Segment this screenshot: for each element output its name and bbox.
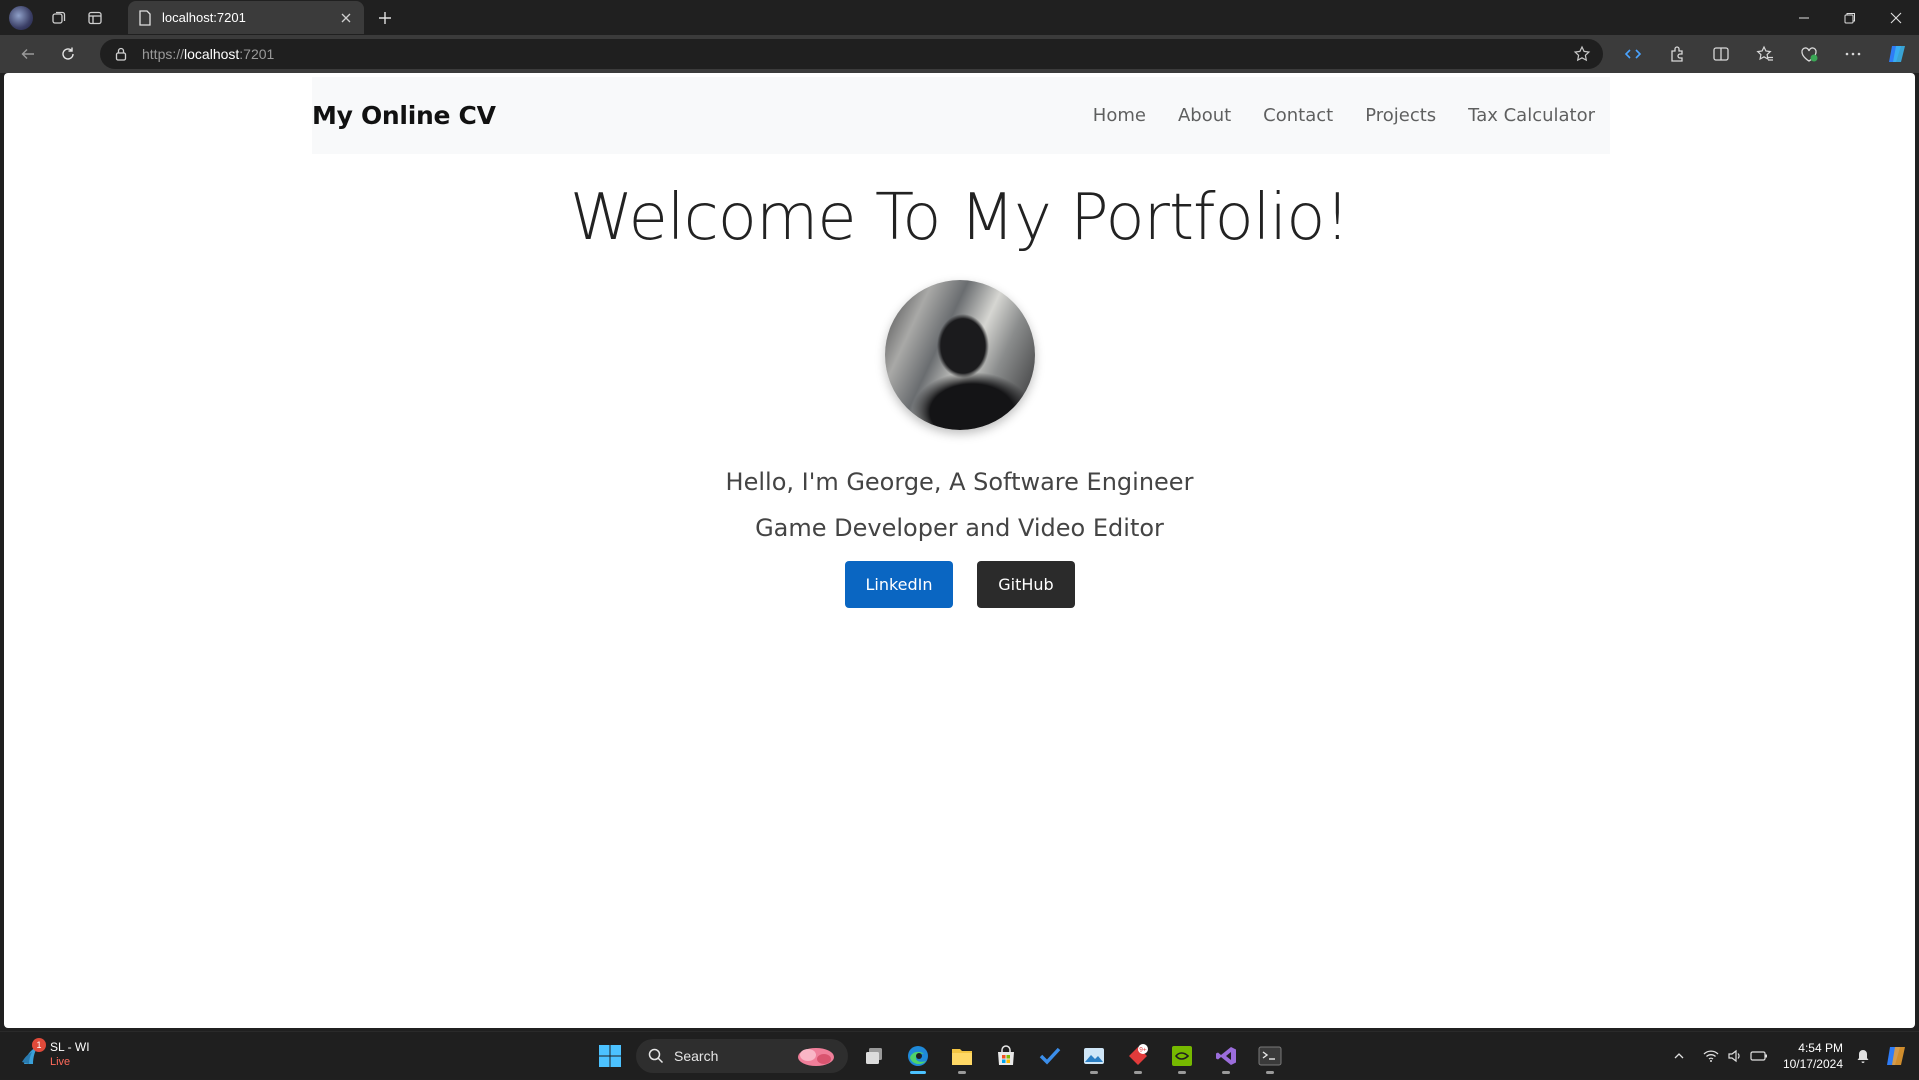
notifications-app-icon[interactable]: 9+ xyxy=(1116,1038,1160,1074)
page-viewport: My Online CV Home About Contact Projects… xyxy=(4,73,1915,1028)
profile-avatar[interactable] xyxy=(9,5,33,30)
url-port: :7201 xyxy=(239,46,275,62)
widget-badge: 1 xyxy=(32,1038,46,1052)
nvidia-icon[interactable] xyxy=(1160,1038,1204,1074)
close-tab-icon[interactable] xyxy=(338,10,354,26)
github-button[interactable]: GitHub xyxy=(977,561,1075,608)
close-window-icon[interactable] xyxy=(1873,0,1919,35)
nav-link-contact[interactable]: Contact xyxy=(1247,105,1349,126)
address-bar[interactable]: https://localhost:7201 xyxy=(100,39,1603,69)
new-tab-icon[interactable] xyxy=(373,6,397,30)
lock-icon[interactable] xyxy=(114,47,128,61)
browser-title-bar: localhost:7201 xyxy=(0,0,1919,35)
task-view-icon[interactable] xyxy=(852,1038,896,1074)
chevron-up-icon[interactable] xyxy=(1667,1032,1691,1080)
browser-toolbar: https://localhost:7201 xyxy=(0,35,1919,73)
linkedin-button[interactable]: LinkedIn xyxy=(845,561,953,608)
sports-widget-icon: 1 xyxy=(18,1038,46,1068)
more-options-icon[interactable] xyxy=(1831,35,1875,73)
volume-icon[interactable] xyxy=(1723,1032,1747,1080)
nav-link-about[interactable]: About xyxy=(1162,105,1247,126)
intro-line-2: Game Developer and Video Editor xyxy=(755,514,1164,542)
nav-link-home[interactable]: Home xyxy=(1077,105,1162,126)
widget-subtitle: Live xyxy=(50,1056,71,1068)
battery-icon[interactable] xyxy=(1747,1032,1771,1080)
nav-link-tax-calculator[interactable]: Tax Calculator xyxy=(1452,105,1610,126)
copilot-taskbar-icon[interactable] xyxy=(1875,1032,1919,1080)
site-navbar: My Online CV Home About Contact Projects… xyxy=(312,77,1610,154)
site-brand[interactable]: My Online CV xyxy=(312,101,496,130)
edge-icon[interactable] xyxy=(896,1038,940,1074)
refresh-icon[interactable] xyxy=(48,35,88,73)
weather-widget[interactable]: 1 SL - WI Live xyxy=(18,1038,90,1070)
clock-date: 10/17/2024 xyxy=(1782,1057,1843,1071)
back-icon[interactable] xyxy=(8,35,48,73)
profile-photo xyxy=(885,280,1035,430)
system-clock[interactable]: 4:54 PM 10/17/2024 xyxy=(1783,1040,1843,1072)
workspaces-icon[interactable] xyxy=(41,0,77,35)
favorite-star-icon[interactable] xyxy=(1573,45,1591,63)
visual-studio-icon[interactable] xyxy=(1204,1038,1248,1074)
page-icon xyxy=(138,9,152,26)
clock-time: 4:54 PM xyxy=(1798,1041,1843,1055)
todo-icon[interactable] xyxy=(1028,1038,1072,1074)
url-host: localhost xyxy=(184,46,240,62)
file-explorer-icon[interactable] xyxy=(940,1038,984,1074)
minimize-icon[interactable] xyxy=(1781,0,1827,35)
nav-links: Home About Contact Projects Tax Calculat… xyxy=(1077,77,1610,154)
restore-icon[interactable] xyxy=(1827,0,1873,35)
terminal-icon[interactable] xyxy=(1248,1038,1292,1074)
copilot-icon[interactable] xyxy=(1875,35,1919,73)
devtools-icon[interactable] xyxy=(1611,35,1655,73)
widget-title: SL - WI xyxy=(50,1040,90,1054)
microsoft-store-icon[interactable] xyxy=(984,1038,1028,1074)
wifi-icon[interactable] xyxy=(1699,1032,1723,1080)
search-highlight-art-icon xyxy=(788,1043,840,1069)
browser-essentials-icon[interactable] xyxy=(1787,35,1831,73)
tab-title: localhost:7201 xyxy=(162,10,246,25)
search-icon xyxy=(648,1048,664,1064)
photos-icon[interactable] xyxy=(1072,1038,1116,1074)
nav-link-projects[interactable]: Projects xyxy=(1349,105,1452,126)
intro-line-1: Hello, I'm George, A Software Engineer xyxy=(725,468,1194,496)
search-label: Search xyxy=(674,1048,719,1064)
tab-actions-icon[interactable] xyxy=(77,0,113,35)
svg-text:9+: 9+ xyxy=(1139,1047,1147,1054)
favorites-icon[interactable] xyxy=(1743,35,1787,73)
active-tab[interactable]: localhost:7201 xyxy=(128,1,364,34)
extensions-icon[interactable] xyxy=(1655,35,1699,73)
hero-title: Welcome To My Portfolio! xyxy=(569,181,1350,255)
start-icon[interactable] xyxy=(588,1038,632,1074)
url-scheme: https:// xyxy=(142,46,185,62)
windows-taskbar: 1 SL - WI Live Search 9+ 4:54 PM 10/17/2… xyxy=(0,1031,1919,1079)
notification-bell-icon[interactable] xyxy=(1851,1032,1875,1080)
taskbar-search[interactable]: Search xyxy=(636,1039,848,1073)
split-screen-icon[interactable] xyxy=(1699,35,1743,73)
